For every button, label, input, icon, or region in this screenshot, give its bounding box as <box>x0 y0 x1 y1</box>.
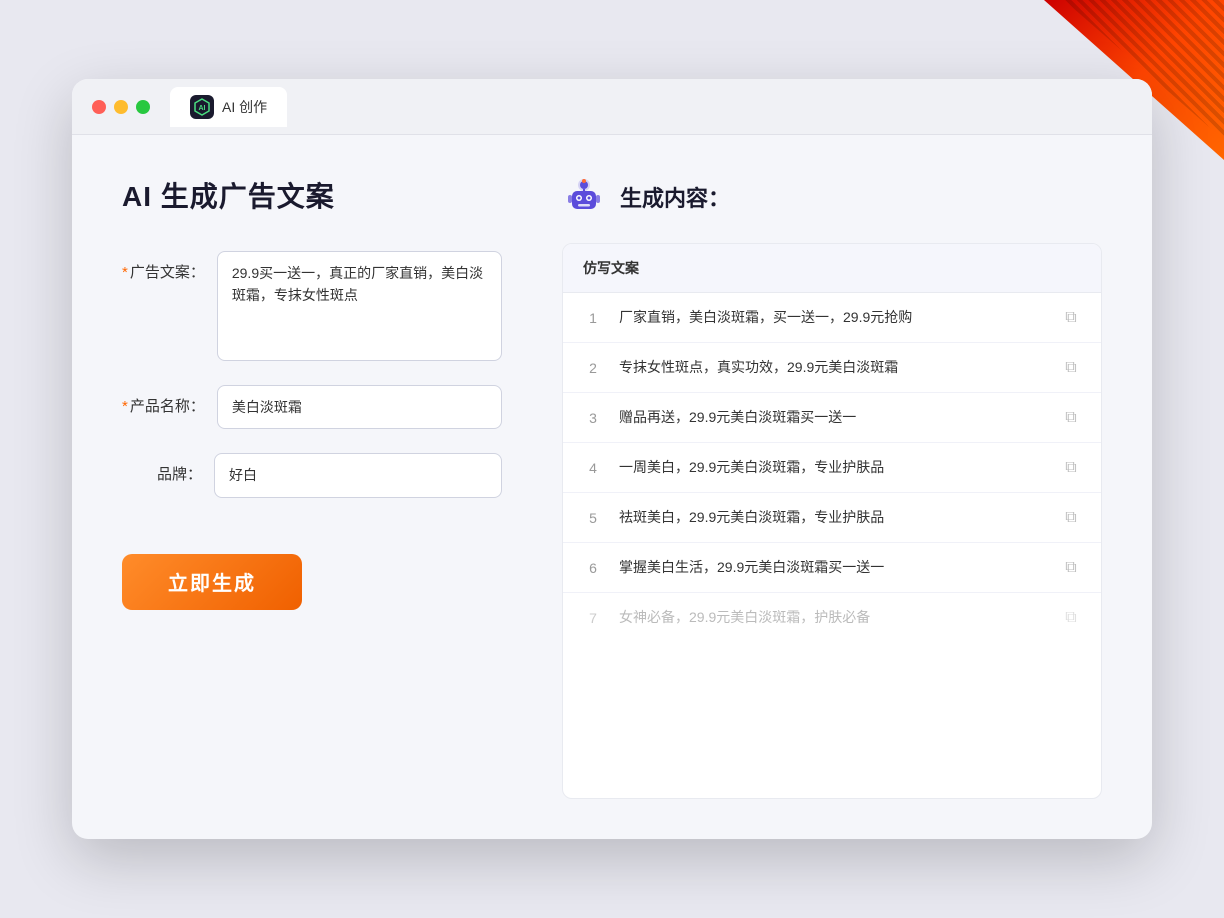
row-num: 1 <box>583 310 603 326</box>
robot-icon <box>562 175 606 219</box>
copy-icon-muted[interactable]: ⧉ <box>1061 608 1081 628</box>
left-panel: AI 生成广告文案 *广告文案： 29.9买一送一，真正的厂家直销，美白淡斑霜，… <box>122 175 502 799</box>
result-header: 生成内容： <box>562 175 1102 219</box>
form-group-ad-copy: *广告文案： 29.9买一送一，真正的厂家直销，美白淡斑霜，专抹女性斑点 <box>122 251 502 361</box>
ad-copy-label: *广告文案： <box>122 251 205 282</box>
copy-icon[interactable]: ⧉ <box>1061 558 1081 578</box>
row-text-muted: 女神必备，29.9元美白淡斑霜，护肤必备 <box>619 607 1045 628</box>
brand-input[interactable] <box>214 453 502 497</box>
maximize-button[interactable] <box>136 100 150 114</box>
table-row: 6 掌握美白生活，29.9元美白淡斑霜买一送一 ⧉ <box>563 543 1101 593</box>
form-group-brand: 品牌： <box>122 453 502 497</box>
table-row: 5 祛斑美白，29.9元美白淡斑霜，专业护肤品 ⧉ <box>563 493 1101 543</box>
svg-text:AI: AI <box>199 105 206 112</box>
copy-icon[interactable]: ⧉ <box>1061 408 1081 428</box>
table-column-header: 仿写文案 <box>563 244 1101 293</box>
row-num: 2 <box>583 360 603 376</box>
generate-button[interactable]: 立即生成 <box>122 554 302 610</box>
right-panel: 生成内容： 仿写文案 1 厂家直销，美白淡斑霜，买一送一，29.9元抢购 ⧉ 2… <box>562 175 1102 799</box>
brand-label: 品牌： <box>122 453 202 484</box>
row-text: 厂家直销，美白淡斑霜，买一送一，29.9元抢购 <box>619 307 1045 328</box>
copy-icon[interactable]: ⧉ <box>1061 358 1081 378</box>
minimize-button[interactable] <box>114 100 128 114</box>
table-row: 7 女神必备，29.9元美白淡斑霜，护肤必备 ⧉ <box>563 593 1101 642</box>
row-num: 4 <box>583 460 603 476</box>
row-num: 3 <box>583 410 603 426</box>
result-table: 仿写文案 1 厂家直销，美白淡斑霜，买一送一，29.9元抢购 ⧉ 2 专抹女性斑… <box>562 243 1102 799</box>
table-row: 2 专抹女性斑点，真实功效，29.9元美白淡斑霜 ⧉ <box>563 343 1101 393</box>
product-name-label: *产品名称： <box>122 385 205 416</box>
row-text: 掌握美白生活，29.9元美白淡斑霜买一送一 <box>619 557 1045 578</box>
close-button[interactable] <box>92 100 106 114</box>
table-row: 1 厂家直销，美白淡斑霜，买一送一，29.9元抢购 ⧉ <box>563 293 1101 343</box>
page-title: AI 生成广告文案 <box>122 175 502 215</box>
row-text: 专抹女性斑点，真实功效，29.9元美白淡斑霜 <box>619 357 1045 378</box>
traffic-lights <box>92 100 150 114</box>
table-row: 3 赠品再送，29.9元美白淡斑霜买一送一 ⧉ <box>563 393 1101 443</box>
main-content: AI 生成广告文案 *广告文案： 29.9买一送一，真正的厂家直销，美白淡斑霜，… <box>72 135 1152 839</box>
row-num: 7 <box>583 610 603 626</box>
row-text: 祛斑美白，29.9元美白淡斑霜，专业护肤品 <box>619 507 1045 528</box>
copy-icon[interactable]: ⧉ <box>1061 308 1081 328</box>
tab-label: AI 创作 <box>222 97 267 117</box>
row-num: 6 <box>583 560 603 576</box>
required-star-2: * <box>122 398 128 415</box>
copy-icon[interactable]: ⧉ <box>1061 508 1081 528</box>
table-row: 4 一周美白，29.9元美白淡斑霜，专业护肤品 ⧉ <box>563 443 1101 493</box>
required-star-1: * <box>122 264 128 281</box>
tab-ai-icon: AI <box>190 95 214 119</box>
row-num: 5 <box>583 510 603 526</box>
row-text: 赠品再送，29.9元美白淡斑霜买一送一 <box>619 407 1045 428</box>
product-name-input[interactable] <box>217 385 502 429</box>
row-text: 一周美白，29.9元美白淡斑霜，专业护肤品 <box>619 457 1045 478</box>
browser-window: AI AI 创作 AI 生成广告文案 *广告文案： 29.9买一送一，真正的厂家… <box>72 79 1152 839</box>
result-title: 生成内容： <box>620 181 730 213</box>
active-tab[interactable]: AI AI 创作 <box>170 87 287 127</box>
ad-copy-input[interactable]: 29.9买一送一，真正的厂家直销，美白淡斑霜，专抹女性斑点 <box>217 251 502 361</box>
copy-icon[interactable]: ⧉ <box>1061 458 1081 478</box>
title-bar: AI AI 创作 <box>72 79 1152 135</box>
form-group-product-name: *产品名称： <box>122 385 502 429</box>
